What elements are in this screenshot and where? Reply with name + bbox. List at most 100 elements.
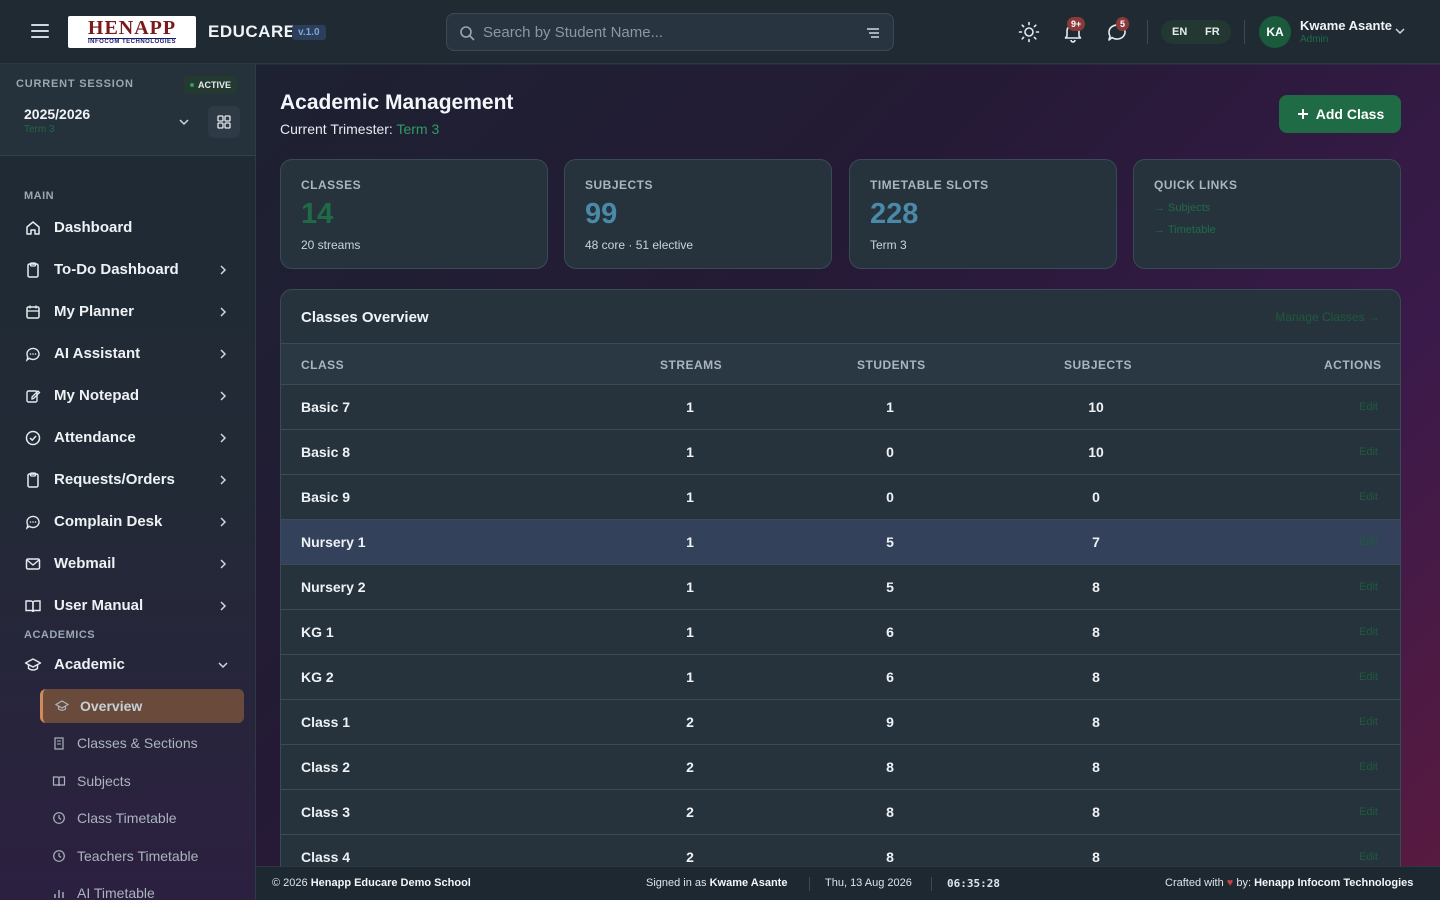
chevron-down-icon[interactable]: [1393, 24, 1407, 38]
sidebar-item-label: Attendance: [54, 429, 136, 446]
menu-icon[interactable]: [28, 20, 52, 44]
edit-link[interactable]: Edit: [1359, 581, 1378, 593]
column-header-class[interactable]: CLASS: [301, 358, 344, 372]
table-row[interactable]: Basic 8 1 0 10 Edit: [281, 430, 1400, 475]
sidebar-item-webmail[interactable]: Webmail: [16, 546, 240, 582]
chat-icon: [25, 515, 40, 530]
filter-icon[interactable]: [865, 25, 881, 41]
search-input[interactable]: [483, 22, 853, 42]
sidebar-item-attendance[interactable]: Attendance: [16, 420, 240, 456]
edit-link[interactable]: Edit: [1359, 401, 1378, 413]
cell-students: 5: [886, 579, 894, 595]
table-row[interactable]: Basic 7 1 1 10 Edit: [281, 385, 1400, 430]
manage-classes-link[interactable]: Manage Classes →: [1275, 310, 1380, 324]
classes-overview-panel: Classes Overview Manage Classes → CLASS …: [280, 289, 1401, 866]
chevron-down-icon[interactable]: [177, 115, 191, 129]
sidebar-item-academic[interactable]: Academic: [16, 647, 240, 683]
cell-subjects: 8: [1092, 579, 1100, 595]
language-switcher: EN FR: [1161, 20, 1231, 44]
table-row[interactable]: Nursery 2 1 5 8 Edit: [281, 565, 1400, 610]
session-year[interactable]: 2025/2026: [24, 106, 90, 122]
table-row[interactable]: Nursery 1 1 5 7 Edit: [281, 520, 1400, 565]
edit-link[interactable]: Edit: [1359, 671, 1378, 683]
table-row[interactable]: KG 2 1 6 8 Edit: [281, 655, 1400, 700]
plus-icon: [1297, 109, 1308, 119]
section-label-main: MAIN: [24, 190, 55, 202]
sidebar-item-label: To-Do Dashboard: [54, 261, 179, 278]
edit-link[interactable]: Edit: [1359, 716, 1378, 728]
cell-students: 8: [886, 759, 894, 775]
cell-students: 5: [886, 534, 894, 550]
sidebar-subitem-label: Subjects: [77, 773, 131, 789]
footer: © 2026 Henapp Educare Demo School Signed…: [256, 866, 1440, 900]
edit-link[interactable]: Edit: [1359, 806, 1378, 818]
check-circle-icon: [25, 430, 41, 446]
column-header-subjects[interactable]: SUBJECTS: [1064, 358, 1132, 372]
sidebar-item-notepad[interactable]: My Notepad: [16, 378, 240, 414]
sidebar-subitem-teachers-timetable[interactable]: Teachers Timetable: [40, 839, 244, 873]
sidebar-item-label: Academic: [54, 656, 125, 673]
table-row[interactable]: Class 1 2 9 8 Edit: [281, 700, 1400, 745]
edit-link[interactable]: Edit: [1359, 446, 1378, 458]
edit-link[interactable]: Edit: [1359, 851, 1378, 863]
cell-subjects: 8: [1092, 624, 1100, 640]
sidebar-subitem-subjects[interactable]: Subjects: [40, 764, 244, 798]
cell-streams: 2: [686, 714, 694, 730]
stat-card-subjects: SUBJECTS 99 48 core · 51 elective: [564, 159, 832, 269]
edit-link[interactable]: Edit: [1359, 491, 1378, 503]
grid-button[interactable]: [208, 106, 240, 138]
cell-students: 0: [886, 444, 894, 460]
sidebar-subitem-overview[interactable]: Overview: [40, 689, 244, 723]
panel-title: Classes Overview: [301, 309, 429, 326]
sidebar-item-complain-desk[interactable]: Complain Desk: [16, 504, 240, 540]
sidebar-subitem-class-timetable[interactable]: Class Timetable: [40, 801, 244, 835]
cell-streams: 1: [686, 534, 694, 550]
sidebar-item-requests[interactable]: Requests/Orders: [16, 462, 240, 498]
chevron-right-icon: [220, 433, 227, 443]
sidebar-subitem-classes-sections[interactable]: Classes & Sections: [40, 726, 244, 760]
sidebar-subitem-ai-timetable[interactable]: AI Timetable: [40, 876, 244, 900]
edit-link[interactable]: Edit: [1359, 626, 1378, 638]
add-class-button[interactable]: Add Class: [1279, 95, 1401, 133]
user-name[interactable]: Kwame Asante: [1300, 18, 1392, 33]
table-row[interactable]: Basic 9 1 0 0 Edit: [281, 475, 1400, 520]
column-header-streams[interactable]: STREAMS: [660, 358, 722, 372]
cell-class: KG 1: [301, 624, 334, 640]
table-row[interactable]: Class 3 2 8 8 Edit: [281, 790, 1400, 835]
sidebar-item-dashboard[interactable]: Dashboard: [16, 210, 240, 246]
sidebar-item-ai-assistant[interactable]: AI Assistant: [16, 336, 240, 372]
calendar-icon: [26, 305, 40, 319]
chevron-down-icon: [218, 662, 228, 669]
cell-subjects: 8: [1092, 669, 1100, 685]
avatar[interactable]: KA: [1259, 16, 1291, 48]
lang-fr-button[interactable]: FR: [1205, 26, 1220, 38]
sidebar-item-planner[interactable]: My Planner: [16, 294, 240, 330]
lang-en-button[interactable]: EN: [1172, 26, 1187, 38]
cell-students: 6: [886, 669, 894, 685]
school-name: Henapp Educare Demo School: [310, 877, 471, 889]
sun-icon[interactable]: [1017, 20, 1041, 44]
sidebar-subitem-label: Teachers Timetable: [77, 848, 199, 864]
building-icon: [54, 737, 64, 750]
stat-card-quick-links: QUICK LINKS → Subjects → Timetable: [1133, 159, 1401, 269]
footer-signed-in: Signed in as Kwame Asante: [646, 877, 787, 889]
user-role: Admin: [1300, 34, 1329, 45]
quick-link-subjects[interactable]: → Subjects: [1154, 202, 1210, 214]
stat-value: 228: [870, 198, 919, 230]
table-row[interactable]: Class 4 2 8 8 Edit: [281, 835, 1400, 866]
cell-subjects: 7: [1092, 534, 1100, 550]
clipboard-icon: [27, 262, 39, 278]
quick-link-timetable[interactable]: → Timetable: [1154, 224, 1216, 236]
chevron-right-icon: [220, 517, 227, 527]
trimester-label: Current Trimester:: [280, 121, 393, 137]
table-row[interactable]: Class 2 2 8 8 Edit: [281, 745, 1400, 790]
sidebar-item-user-manual[interactable]: User Manual: [16, 588, 240, 624]
column-header-students[interactable]: STUDENTS: [857, 358, 926, 372]
sidebar-item-todo[interactable]: To-Do Dashboard: [16, 252, 240, 288]
clipboard-icon: [27, 472, 39, 488]
stat-sub: 48 core · 51 elective: [585, 238, 694, 252]
sidebar-item-label: Webmail: [54, 555, 116, 572]
edit-link[interactable]: Edit: [1359, 536, 1378, 548]
table-row[interactable]: KG 1 1 6 8 Edit: [281, 610, 1400, 655]
edit-link[interactable]: Edit: [1359, 761, 1378, 773]
